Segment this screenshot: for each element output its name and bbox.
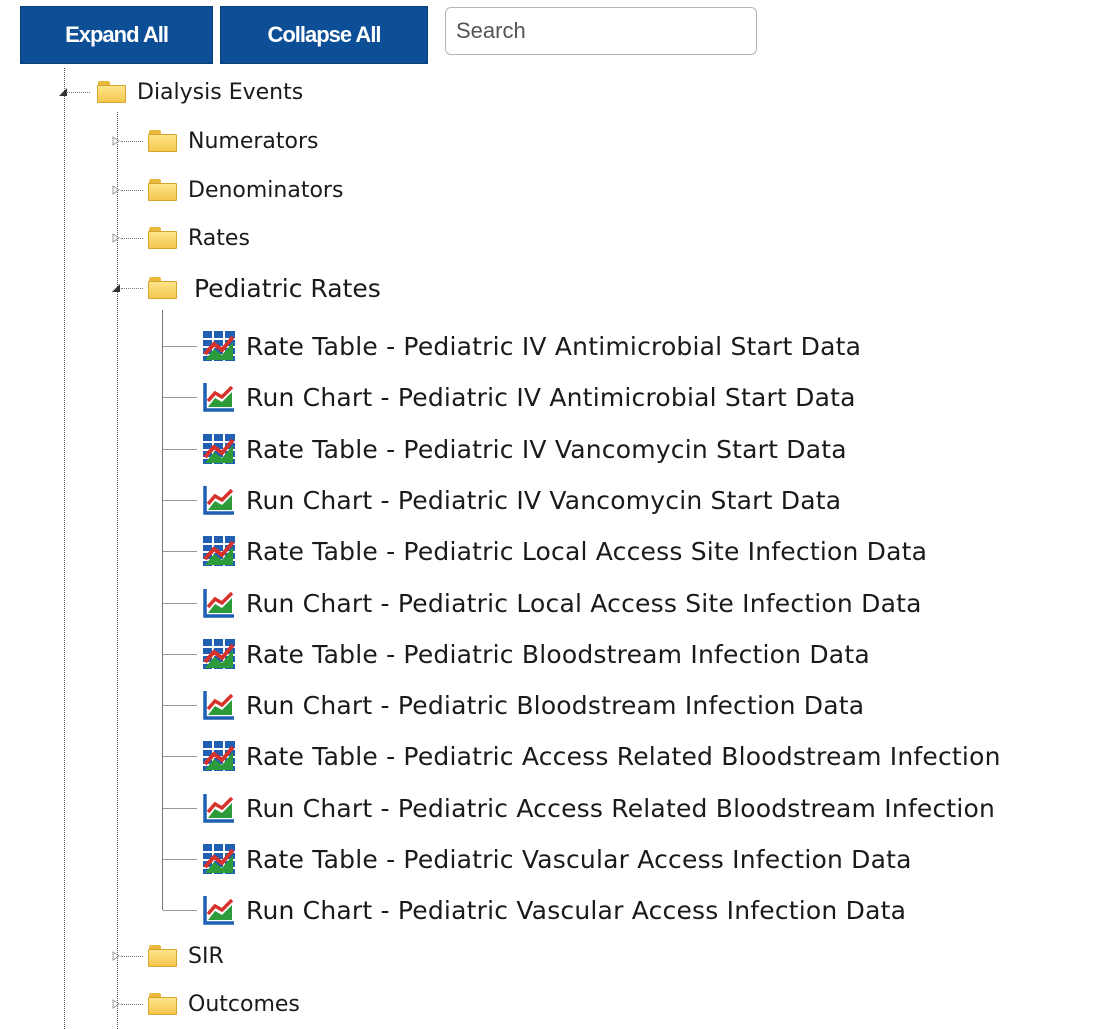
rate-table-icon — [202, 330, 236, 362]
rate-table-icon — [202, 433, 236, 465]
tree-item-label: Rate Table - Pediatric IV Antimicrobial … — [246, 331, 862, 361]
tree-node-label: Pediatric Rates — [194, 273, 381, 303]
folder-icon — [148, 130, 178, 152]
tree-node-numerators[interactable]: Numerators — [148, 121, 319, 161]
run-chart-icon — [202, 587, 236, 619]
run-chart-item[interactable]: Run Chart - Pediatric IV Vancomycin Star… — [202, 480, 841, 520]
tree-connector — [163, 756, 197, 757]
folder-icon — [148, 993, 178, 1015]
tree-node-label: Rates — [188, 225, 250, 251]
run-chart-item[interactable]: Run Chart - Pediatric IV Antimicrobial S… — [202, 377, 856, 417]
tree-connector — [121, 956, 143, 957]
rate-table-item[interactable]: Rate Table - Pediatric Access Related Bl… — [202, 736, 1001, 776]
tree-item-label: Rate Table - Pediatric Vascular Access I… — [246, 844, 912, 874]
tree-connector — [121, 141, 143, 142]
rate-table-item[interactable]: Rate Table - Pediatric IV Vancomycin Sta… — [202, 429, 847, 469]
tree-node-label: Outcomes — [188, 991, 300, 1017]
run-chart-icon — [202, 381, 236, 413]
tree-node-label: SIR — [188, 943, 224, 969]
tree-connector — [163, 603, 197, 604]
tree-node-label: Dialysis Events — [137, 79, 304, 105]
run-chart-icon — [202, 689, 236, 721]
tree-connector — [163, 346, 197, 347]
rate-table-icon — [202, 740, 236, 772]
tree-item-label: Run Chart - Pediatric Access Related Blo… — [246, 793, 996, 823]
rate-table-icon — [202, 843, 236, 875]
tree-connector — [163, 705, 197, 706]
tree-item-label: Run Chart - Pediatric Vascular Access In… — [246, 895, 907, 925]
run-chart-icon — [202, 792, 236, 824]
tree-item-label: Rate Table - Pediatric IV Vancomycin Sta… — [246, 434, 847, 464]
rate-table-item[interactable]: Rate Table - Pediatric Local Access Site… — [202, 531, 927, 571]
run-chart-icon — [202, 484, 236, 516]
tree-connector — [163, 654, 197, 655]
run-chart-item[interactable]: Run Chart - Pediatric Local Access Site … — [202, 583, 922, 623]
tree-node-sir[interactable]: SIR — [148, 936, 224, 976]
tree-item-label: Rate Table - Pediatric Bloodstream Infec… — [246, 639, 870, 669]
tree-guide-line — [64, 68, 65, 1029]
folder-icon — [148, 179, 178, 201]
tree-connector — [163, 808, 197, 809]
tree-connector — [163, 910, 197, 911]
run-chart-icon — [202, 894, 236, 926]
tree-node-outcomes[interactable]: Outcomes — [148, 984, 300, 1024]
tree-connector — [121, 238, 143, 239]
rate-table-item[interactable]: Rate Table - Pediatric IV Antimicrobial … — [202, 326, 861, 366]
tree-connector — [121, 190, 143, 191]
search-input[interactable] — [445, 7, 757, 55]
folder-icon — [148, 277, 178, 299]
run-chart-item[interactable]: Run Chart - Pediatric Vascular Access In… — [202, 890, 906, 930]
rate-table-icon — [202, 638, 236, 670]
tree-connector — [163, 449, 197, 450]
rate-table-item[interactable]: Rate Table - Pediatric Bloodstream Infec… — [202, 634, 870, 674]
tree-item-label: Run Chart - Pediatric Local Access Site … — [246, 588, 922, 618]
tree-item-label: Rate Table - Pediatric Access Related Bl… — [246, 741, 1001, 771]
tree-connector — [163, 859, 197, 860]
tree-node-dialysis-events[interactable]: Dialysis Events — [97, 72, 303, 112]
expand-all-button[interactable]: Expand All — [20, 6, 213, 64]
run-chart-item[interactable]: Run Chart - Pediatric Bloodstream Infect… — [202, 685, 864, 725]
tree-item-label: Run Chart - Pediatric IV Antimicrobial S… — [246, 382, 856, 412]
tree-guide-line — [117, 112, 118, 1029]
tree-node-denominators[interactable]: Denominators — [148, 170, 343, 210]
run-chart-item[interactable]: Run Chart - Pediatric Access Related Blo… — [202, 788, 995, 828]
tree-connector — [163, 500, 197, 501]
tree-item-label: Run Chart - Pediatric IV Vancomycin Star… — [246, 485, 842, 515]
collapse-all-button[interactable]: Collapse All — [220, 6, 428, 64]
tree-guide-line — [162, 310, 163, 910]
tree-connector — [66, 92, 90, 93]
rate-table-item[interactable]: Rate Table - Pediatric Vascular Access I… — [202, 839, 912, 879]
folder-icon — [97, 81, 127, 103]
folder-icon — [148, 945, 178, 967]
rate-table-icon — [202, 535, 236, 567]
tree-connector — [121, 288, 143, 289]
tree-connector — [121, 1004, 143, 1005]
tree-item-label: Rate Table - Pediatric Local Access Site… — [246, 536, 928, 566]
tree-item-label: Run Chart - Pediatric Bloodstream Infect… — [246, 690, 865, 720]
tree-node-rates[interactable]: Rates — [148, 218, 250, 258]
tree-connector — [163, 551, 197, 552]
folder-icon — [148, 227, 178, 249]
tree-node-label: Numerators — [188, 128, 319, 154]
tree-connector — [163, 397, 197, 398]
tree-node-pediatric-rates[interactable]: Pediatric Rates — [148, 268, 381, 308]
tree-node-label: Denominators — [188, 177, 344, 203]
